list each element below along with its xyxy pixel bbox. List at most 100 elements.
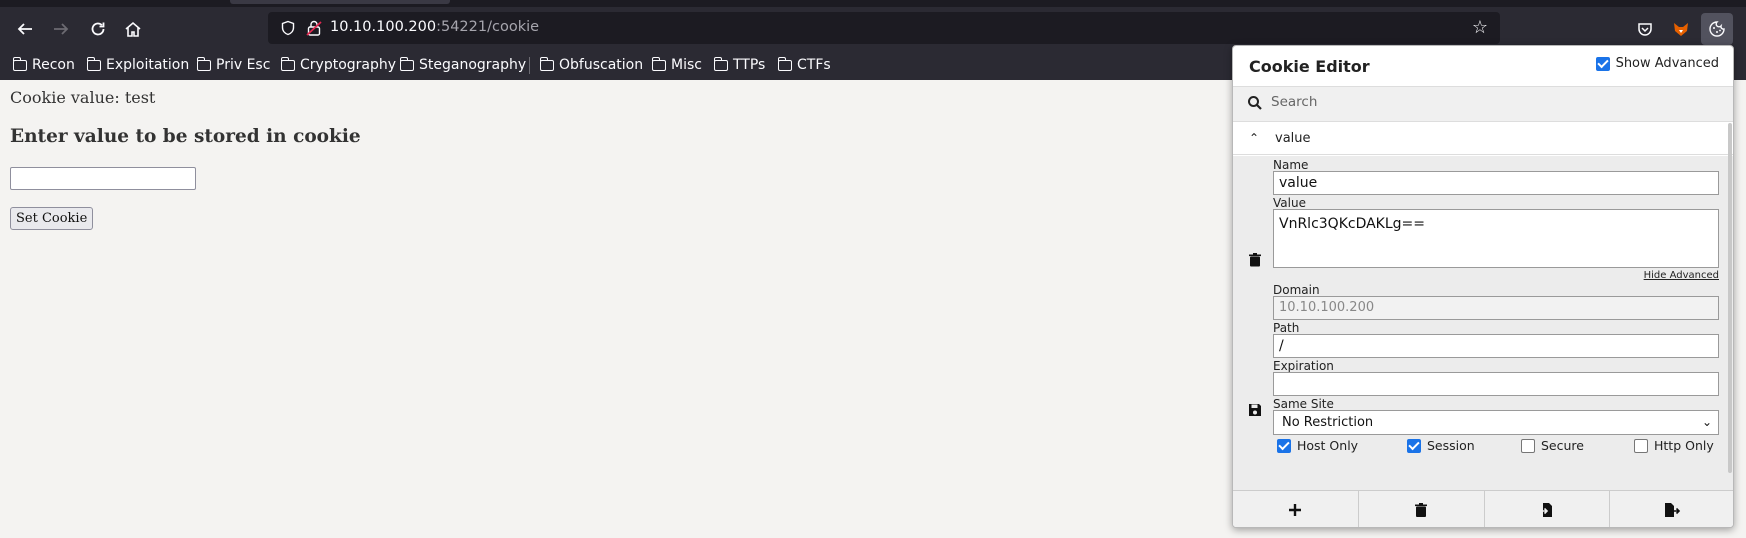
bookmark-label: CTFs: [797, 57, 831, 73]
bookmark-label: Steganography: [419, 57, 527, 73]
bookmark-label: Exploitation: [106, 57, 190, 73]
bookmark-folder-exploitation[interactable]: Exploitation: [86, 54, 190, 76]
bookmark-label: Obfuscation: [559, 57, 644, 73]
export-button[interactable]: [1610, 491, 1733, 527]
chevron-up-icon[interactable]: ⌃: [1249, 131, 1259, 145]
fox-extension-icon: [1674, 23, 1688, 36]
name-field[interactable]: value: [1273, 171, 1719, 195]
host-only-checkbox[interactable]: [1277, 438, 1291, 453]
delete-all-button[interactable]: [1359, 491, 1485, 527]
address-bar[interactable]: 10.10.100.200:54221/cookie ☆: [268, 12, 1500, 44]
import-icon: [1539, 503, 1552, 517]
cookie-icon: [1709, 21, 1725, 37]
bookmark-folder-ctfs[interactable]: CTFs: [777, 54, 831, 76]
chevron-down-icon: ⌄: [1701, 415, 1712, 429]
hide-advanced-link[interactable]: Hide Advanced: [1644, 270, 1719, 281]
reload-icon: [91, 22, 105, 36]
session-checkbox[interactable]: [1407, 438, 1421, 453]
expiration-field[interactable]: [1273, 372, 1719, 396]
folder-icon: [713, 56, 728, 71]
host-only-flag[interactable]: Host Only: [1277, 438, 1358, 453]
back-arrow-icon: [17, 23, 32, 35]
add-cookie-button[interactable]: [1233, 491, 1359, 527]
value-textarea[interactable]: VnRlc3QKcDAKLg==: [1273, 209, 1719, 268]
http-only-flag[interactable]: Http Only: [1634, 438, 1714, 453]
forward-button[interactable]: [45, 13, 77, 45]
cookie-form: Name value Value VnRlc3QKcDAKLg== Hide A…: [1233, 156, 1733, 490]
cookie-value-text: Cookie value: test: [10, 88, 156, 107]
tab-strip: [0, 0, 1746, 7]
search-bar: Search: [1233, 86, 1733, 122]
bookmark-folder-ttps[interactable]: TTPs: [713, 54, 766, 76]
folder-icon: [280, 56, 295, 71]
import-button[interactable]: [1485, 491, 1611, 527]
cookie-value-input[interactable]: [10, 167, 196, 190]
folder-icon: [777, 56, 792, 71]
same-site-value: No Restriction: [1282, 415, 1374, 430]
same-site-label: Same Site: [1273, 397, 1334, 411]
folder-icon: [539, 56, 554, 71]
panel-footer: [1233, 490, 1733, 527]
back-button[interactable]: [9, 13, 41, 45]
export-icon: [1665, 503, 1681, 517]
show-advanced-checkbox[interactable]: [1595, 56, 1610, 71]
home-button[interactable]: [117, 13, 149, 45]
secure-flag[interactable]: Secure: [1521, 438, 1584, 453]
delete-all-icon: [1415, 503, 1428, 517]
session-label: Session: [1427, 438, 1475, 453]
reload-button[interactable]: [82, 13, 114, 45]
cookie-header-row[interactable]: ⌃ value: [1233, 123, 1733, 155]
session-flag[interactable]: Session: [1407, 438, 1475, 453]
bookmark-folder-cryptography[interactable]: Cryptography: [280, 54, 396, 76]
navigation-toolbar: 10.10.100.200:54221/cookie ☆: [0, 7, 1746, 49]
cookie-flags: Host Only Session Secure Http Only: [1277, 438, 1723, 458]
cookie-editor-panel: Cookie Editor Show Advanced Search ⌃ val…: [1232, 45, 1734, 528]
save-icon[interactable]: [1247, 402, 1263, 418]
pocket-button[interactable]: [1629, 13, 1661, 45]
folder-icon: [651, 56, 666, 71]
path-label: Path: [1273, 321, 1300, 335]
domain-label: Domain: [1273, 283, 1320, 297]
value-label: Value: [1273, 196, 1306, 210]
bookmark-label: Misc: [671, 57, 702, 73]
show-advanced-toggle[interactable]: Show Advanced: [1595, 56, 1719, 71]
shield-icon[interactable]: [278, 18, 298, 38]
domain-field[interactable]: 10.10.100.200: [1273, 296, 1719, 320]
url-text[interactable]: 10.10.100.200:54221/cookie: [330, 19, 539, 35]
forward-arrow-icon: [54, 23, 69, 35]
name-label: Name: [1273, 158, 1309, 172]
folder-icon: [86, 56, 101, 71]
trash-icon[interactable]: [1247, 252, 1263, 268]
panel-scrollbar[interactable]: [1728, 123, 1732, 473]
bookmark-folder-misc[interactable]: Misc: [651, 54, 702, 76]
cookie-name-header: value: [1275, 131, 1311, 146]
url-path: :54221/cookie: [436, 19, 540, 35]
bookmark-label: TTPs: [733, 57, 766, 73]
bookmark-separator: [529, 57, 530, 74]
http-only-checkbox[interactable]: [1634, 438, 1648, 453]
search-input[interactable]: Search: [1271, 94, 1317, 110]
bookmark-label: Recon: [32, 57, 75, 73]
pocket-icon: [1638, 23, 1652, 36]
bookmark-folder-priv-esc[interactable]: Priv Esc: [196, 54, 270, 76]
bookmark-folder-recon[interactable]: Recon: [12, 54, 75, 76]
folder-icon: [12, 56, 27, 71]
search-icon: [1247, 95, 1263, 111]
cookie-editor-extension-button[interactable]: [1701, 13, 1733, 45]
bookmark-star-icon[interactable]: ☆: [1472, 17, 1488, 38]
panel-title: Cookie Editor: [1249, 57, 1370, 76]
secure-checkbox[interactable]: [1521, 438, 1535, 453]
path-field[interactable]: /: [1273, 334, 1719, 358]
home-icon: [125, 21, 141, 37]
active-tab[interactable]: [230, 0, 450, 4]
folder-icon: [399, 56, 414, 71]
bookmark-folder-steganography[interactable]: Steganography: [399, 54, 527, 76]
bookmark-folder-obfuscation[interactable]: Obfuscation: [539, 54, 644, 76]
url-host: 10.10.100.200: [330, 19, 437, 35]
foxyproxy-button[interactable]: [1665, 13, 1697, 45]
set-cookie-button[interactable]: Set Cookie: [10, 207, 94, 230]
show-advanced-label: Show Advanced: [1615, 56, 1719, 71]
insecure-lock-icon[interactable]: [304, 18, 324, 38]
same-site-select[interactable]: No Restriction ⌄: [1273, 410, 1719, 435]
expiration-label: Expiration: [1273, 359, 1334, 373]
